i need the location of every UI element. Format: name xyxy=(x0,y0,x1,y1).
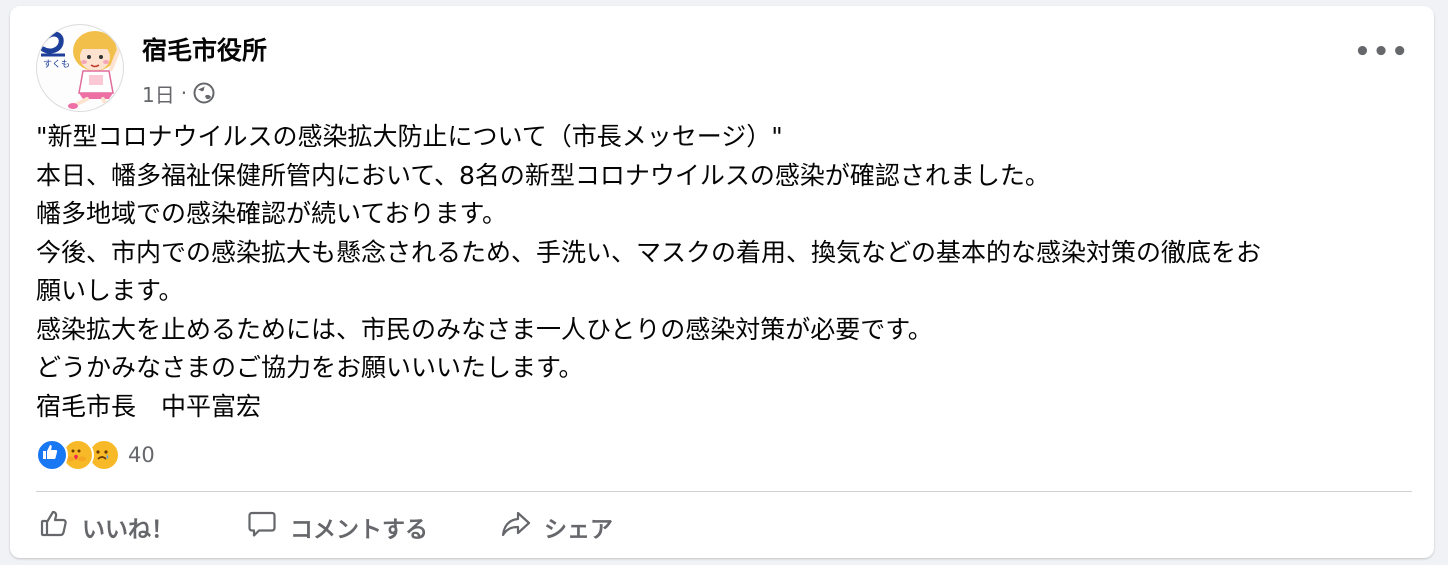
post-timestamp[interactable]: 1日 xyxy=(142,79,175,108)
message-line: 宿毛市長 中平富宏 xyxy=(36,391,262,421)
like-label: いいね！ xyxy=(82,517,174,543)
meta-separator: · xyxy=(180,81,188,105)
page-avatar[interactable]: すくも xyxy=(36,24,124,112)
globe-icon xyxy=(193,82,215,104)
action-bar: いいね！ コメントする シェア xyxy=(36,504,1416,550)
post-message: "新型コロナウイルスの感染拡大防止について（市長メッセージ）" 本日、幡多福祉保… xyxy=(36,118,1416,426)
message-line: 本日、幡多福祉保健所管内において、8名の新型コロナウイルスの感染が確認されました… xyxy=(36,160,1050,190)
post-meta: 1日 · xyxy=(142,79,215,108)
more-options-icon[interactable]: ••• xyxy=(1354,34,1408,70)
message-line: どうかみなさまのご協力をお願いいいたします。 xyxy=(36,353,584,382)
comment-label: コメントする xyxy=(290,517,428,543)
message-line: 幡多地域での感染確認が続いております。 xyxy=(36,199,508,228)
like-reaction-icon xyxy=(36,439,68,471)
page-name[interactable]: 宿毛市役所 xyxy=(142,34,267,68)
share-label: シェア xyxy=(544,517,613,543)
thumbs-up-icon xyxy=(38,508,70,546)
like-button[interactable]: いいね！ xyxy=(38,504,174,550)
divider xyxy=(36,491,1412,492)
message-line: 感染拡大を止めるためには、市民のみなさま一人ひとりの感染対策が必要です。 xyxy=(36,314,933,344)
comment-bubble-icon xyxy=(246,508,278,546)
share-button[interactable]: シェア xyxy=(500,504,613,550)
comment-button[interactable]: コメントする xyxy=(246,504,428,550)
post-card: すくも 宿毛市役所 1日 · ••• "新型コロナウイルスの感染拡大防止について… xyxy=(10,6,1434,558)
share-arrow-icon xyxy=(500,508,532,546)
message-line: 願いします。 xyxy=(36,276,184,305)
message-line: 今後、市内での感染拡大も懸念されるため、手洗い、マスクの着用、換気などの基本的な… xyxy=(36,237,1262,267)
logo-text: すくも xyxy=(43,59,70,70)
reaction-count[interactable]: 40 xyxy=(128,443,155,467)
reaction-summary[interactable]: 40 xyxy=(36,438,155,472)
post-header: すくも 宿毛市役所 1日 · ••• xyxy=(36,24,1416,114)
mascot-illustration: すくも xyxy=(40,31,121,111)
message-line: "新型コロナウイルスの感染拡大防止について（市長メッセージ）" xyxy=(36,122,783,151)
